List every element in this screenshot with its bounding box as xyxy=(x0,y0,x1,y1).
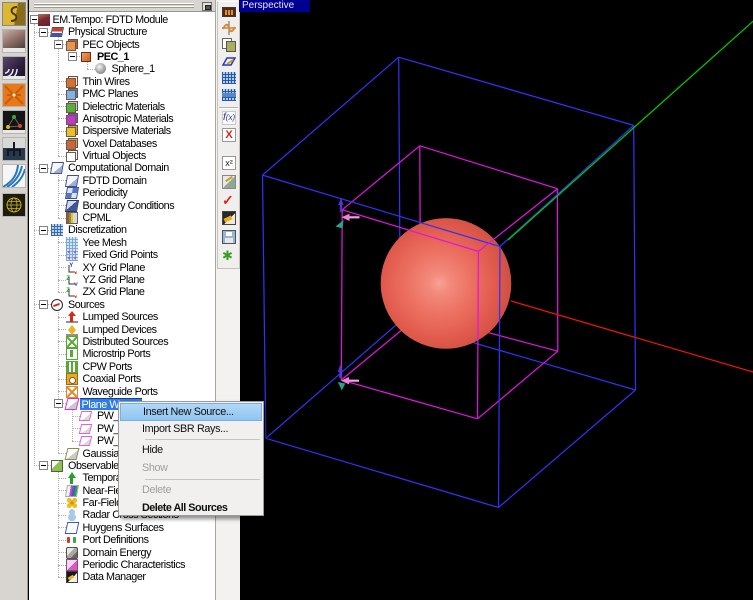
svg-text:Z: Z xyxy=(66,288,70,294)
svg-text:Y: Y xyxy=(69,263,73,269)
svg-text:Z: Z xyxy=(66,276,70,282)
